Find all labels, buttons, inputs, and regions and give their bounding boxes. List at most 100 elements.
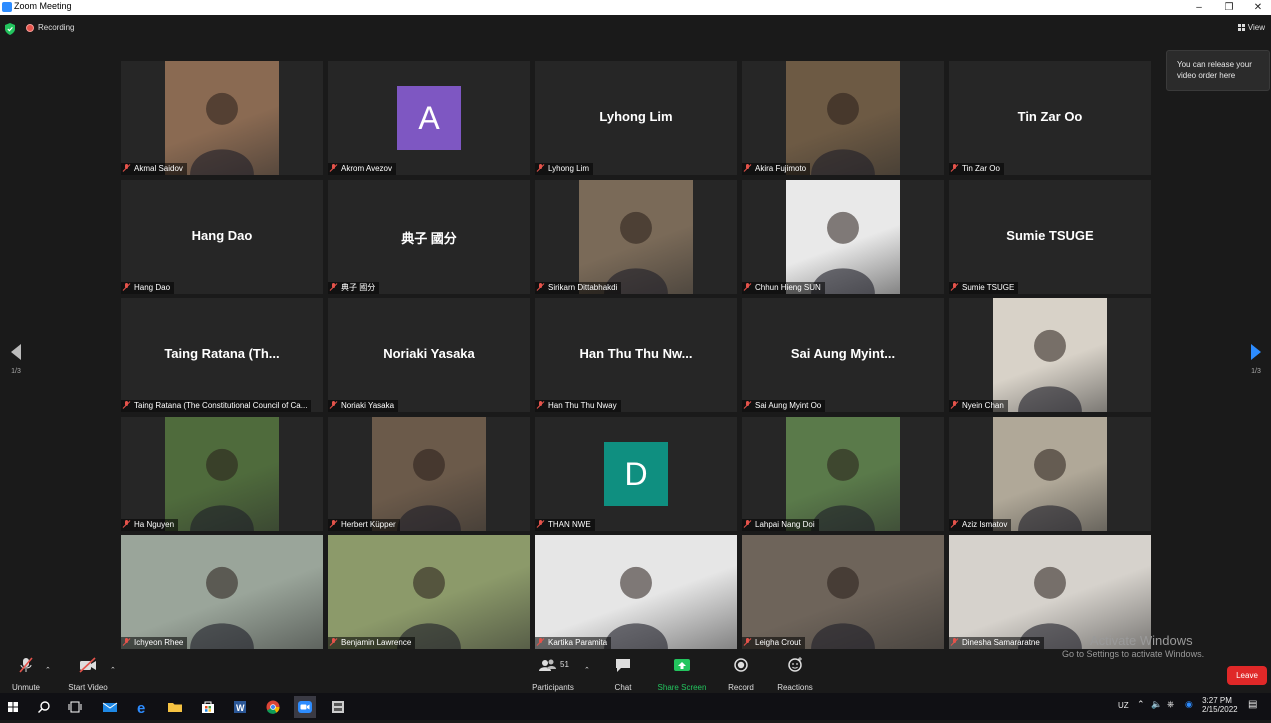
zoom-tray-icon[interactable]: ◉ xyxy=(1185,699,1193,710)
person-silhouette-icon xyxy=(811,211,875,294)
mic-muted-icon xyxy=(744,638,752,646)
participants-options-caret[interactable]: ⌃ xyxy=(584,666,590,674)
next-page-button[interactable]: 1/3 xyxy=(1246,344,1266,375)
person-silhouette-icon xyxy=(604,566,668,649)
clock[interactable]: 3:27 PM 2/15/2022 xyxy=(1202,696,1238,714)
previous-page-button[interactable]: 1/3 xyxy=(6,344,26,375)
mail-app-button[interactable] xyxy=(99,696,121,718)
participant-video-feed xyxy=(165,61,279,175)
mic-muted-icon xyxy=(744,164,752,172)
mic-muted-icon xyxy=(744,283,752,291)
store-app-button[interactable] xyxy=(197,696,219,718)
tray-chevron-icon[interactable]: ⌃ xyxy=(1137,699,1145,710)
task-view-button[interactable] xyxy=(64,696,86,718)
participant-tile[interactable]: Chhun Hieng SUN xyxy=(742,180,944,294)
start-button[interactable] xyxy=(2,696,24,718)
participant-name: Sumie TSUGE xyxy=(962,283,1015,292)
reactions-icon xyxy=(788,657,802,672)
mic-muted-icon xyxy=(537,638,545,646)
start-video-button[interactable]: Start Video xyxy=(66,655,110,692)
participant-tile[interactable]: Leigha Crout xyxy=(742,535,944,649)
participant-name-label: Kartika Paramita xyxy=(535,637,612,649)
participant-tile[interactable]: Herbert Küpper xyxy=(328,417,530,531)
participant-tile[interactable]: Lahpai Nang Doi xyxy=(742,417,944,531)
participant-tile[interactable]: Tin Zar Oo Tin Zar Oo xyxy=(949,61,1151,175)
view-button[interactable]: View xyxy=(1237,23,1265,32)
participant-tile[interactable]: D THAN NWE xyxy=(535,417,737,531)
participant-tile[interactable]: Sirikarn Dittabhakdi xyxy=(535,180,737,294)
participant-tile[interactable]: Sai Aung Myint... Sai Aung Myint Oo xyxy=(742,298,944,412)
network-app-button[interactable] xyxy=(327,696,349,718)
participant-tile[interactable]: Taing Ratana (Th... Taing Ratana (The Con… xyxy=(121,298,323,412)
activate-windows-watermark: Activate Windows Go to Settings to activ… xyxy=(1062,633,1204,659)
unmute-button[interactable]: Unmute xyxy=(8,655,44,692)
meeting-toolbar: Unmute ⌃ Start Video ⌃ 51 Participants ⌃… xyxy=(0,655,1271,693)
close-button[interactable]: ✕ xyxy=(1243,0,1271,15)
participant-video-feed xyxy=(372,417,486,531)
participant-name: Han Thu Thu Nway xyxy=(548,401,617,410)
audio-options-caret[interactable]: ⌃ xyxy=(45,666,51,674)
participant-tile[interactable]: Sumie TSUGE Sumie TSUGE xyxy=(949,180,1151,294)
search-button[interactable] xyxy=(33,696,55,718)
person-silhouette-icon xyxy=(604,211,668,294)
notifications-icon[interactable]: ▤ xyxy=(1248,699,1257,710)
participant-video-feed xyxy=(328,535,530,649)
leave-button[interactable]: Leave xyxy=(1227,666,1267,685)
mic-muted-icon xyxy=(951,520,959,528)
view-label: View xyxy=(1247,23,1265,32)
participants-button[interactable]: 51 Participants xyxy=(528,655,578,692)
mic-muted-icon xyxy=(123,520,131,528)
participant-tile[interactable]: Aziz Ismatov xyxy=(949,417,1151,531)
person-silhouette-icon xyxy=(811,92,875,175)
participants-icon: 51 xyxy=(539,659,569,671)
maximize-button[interactable]: ❐ xyxy=(1214,0,1244,15)
participant-tile[interactable]: Kartika Paramita xyxy=(535,535,737,649)
participant-tile[interactable]: Akira Fujimoto xyxy=(742,61,944,175)
participant-tile[interactable]: Ha Nguyen xyxy=(121,417,323,531)
participant-video-feed xyxy=(786,180,900,294)
minimize-button[interactable]: – xyxy=(1184,0,1214,15)
participant-name-label: Benjamin Lawrence xyxy=(328,637,416,649)
participant-tile[interactable]: Akmal Saidov xyxy=(121,61,323,175)
participant-tile[interactable]: Hang Dao Hang Dao xyxy=(121,180,323,294)
person-silhouette-icon xyxy=(811,566,875,649)
participant-display-name: Sai Aung Myint... xyxy=(790,346,896,361)
encryption-shield-icon[interactable] xyxy=(5,23,15,35)
participant-name: Leigha Crout xyxy=(755,638,801,647)
network-icon[interactable]: ⎈ xyxy=(1167,699,1174,710)
participant-video-feed xyxy=(949,535,1151,649)
file-explorer-button[interactable] xyxy=(164,696,186,718)
participant-tile[interactable]: Benjamin Lawrence xyxy=(328,535,530,649)
video-options-caret[interactable]: ⌃ xyxy=(110,666,116,674)
participant-tile[interactable]: Dinesha Samararatne xyxy=(949,535,1151,649)
input-language[interactable]: UZ xyxy=(1118,701,1129,710)
share-screen-icon xyxy=(674,659,690,671)
participants-label: Participants xyxy=(532,683,574,692)
participant-name-label: Herbert Küpper xyxy=(328,519,400,531)
word-app-button[interactable]: W xyxy=(229,696,251,718)
participant-name-label: Chhun Hieng SUN xyxy=(742,282,825,294)
participant-tile[interactable]: Nyein Chan xyxy=(949,298,1151,412)
participant-tile[interactable]: Han Thu Thu Nw... Han Thu Thu Nway xyxy=(535,298,737,412)
participant-name-label: Lahpai Nang Doi xyxy=(742,519,819,531)
person-silhouette-icon xyxy=(811,448,875,531)
record-button[interactable]: Record xyxy=(724,655,758,692)
mail-icon xyxy=(102,702,118,712)
participant-tile[interactable]: 典子 國分 典子 國分 xyxy=(328,180,530,294)
edge-browser-button[interactable]: e xyxy=(132,696,154,718)
clock-date: 2/15/2022 xyxy=(1202,705,1238,714)
record-icon xyxy=(734,658,748,672)
chrome-browser-button[interactable] xyxy=(262,696,284,718)
start-video-label: Start Video xyxy=(68,683,108,692)
participant-tile[interactable]: A Akrom Avezov xyxy=(328,61,530,175)
chat-button[interactable]: Chat xyxy=(606,655,640,692)
person-silhouette-icon xyxy=(190,448,254,531)
zoom-app-button[interactable] xyxy=(294,696,316,718)
participant-tile[interactable]: Ichyeon Rhee xyxy=(121,535,323,649)
share-screen-button[interactable]: Share Screen xyxy=(654,655,710,692)
participant-tile[interactable]: Lyhong Lim Lyhong Lim xyxy=(535,61,737,175)
reactions-button[interactable]: Reactions xyxy=(774,655,816,692)
mic-muted-icon xyxy=(330,164,338,172)
volume-icon[interactable]: 🔈 xyxy=(1151,699,1162,710)
participant-tile[interactable]: Noriaki Yasaka Noriaki Yasaka xyxy=(328,298,530,412)
